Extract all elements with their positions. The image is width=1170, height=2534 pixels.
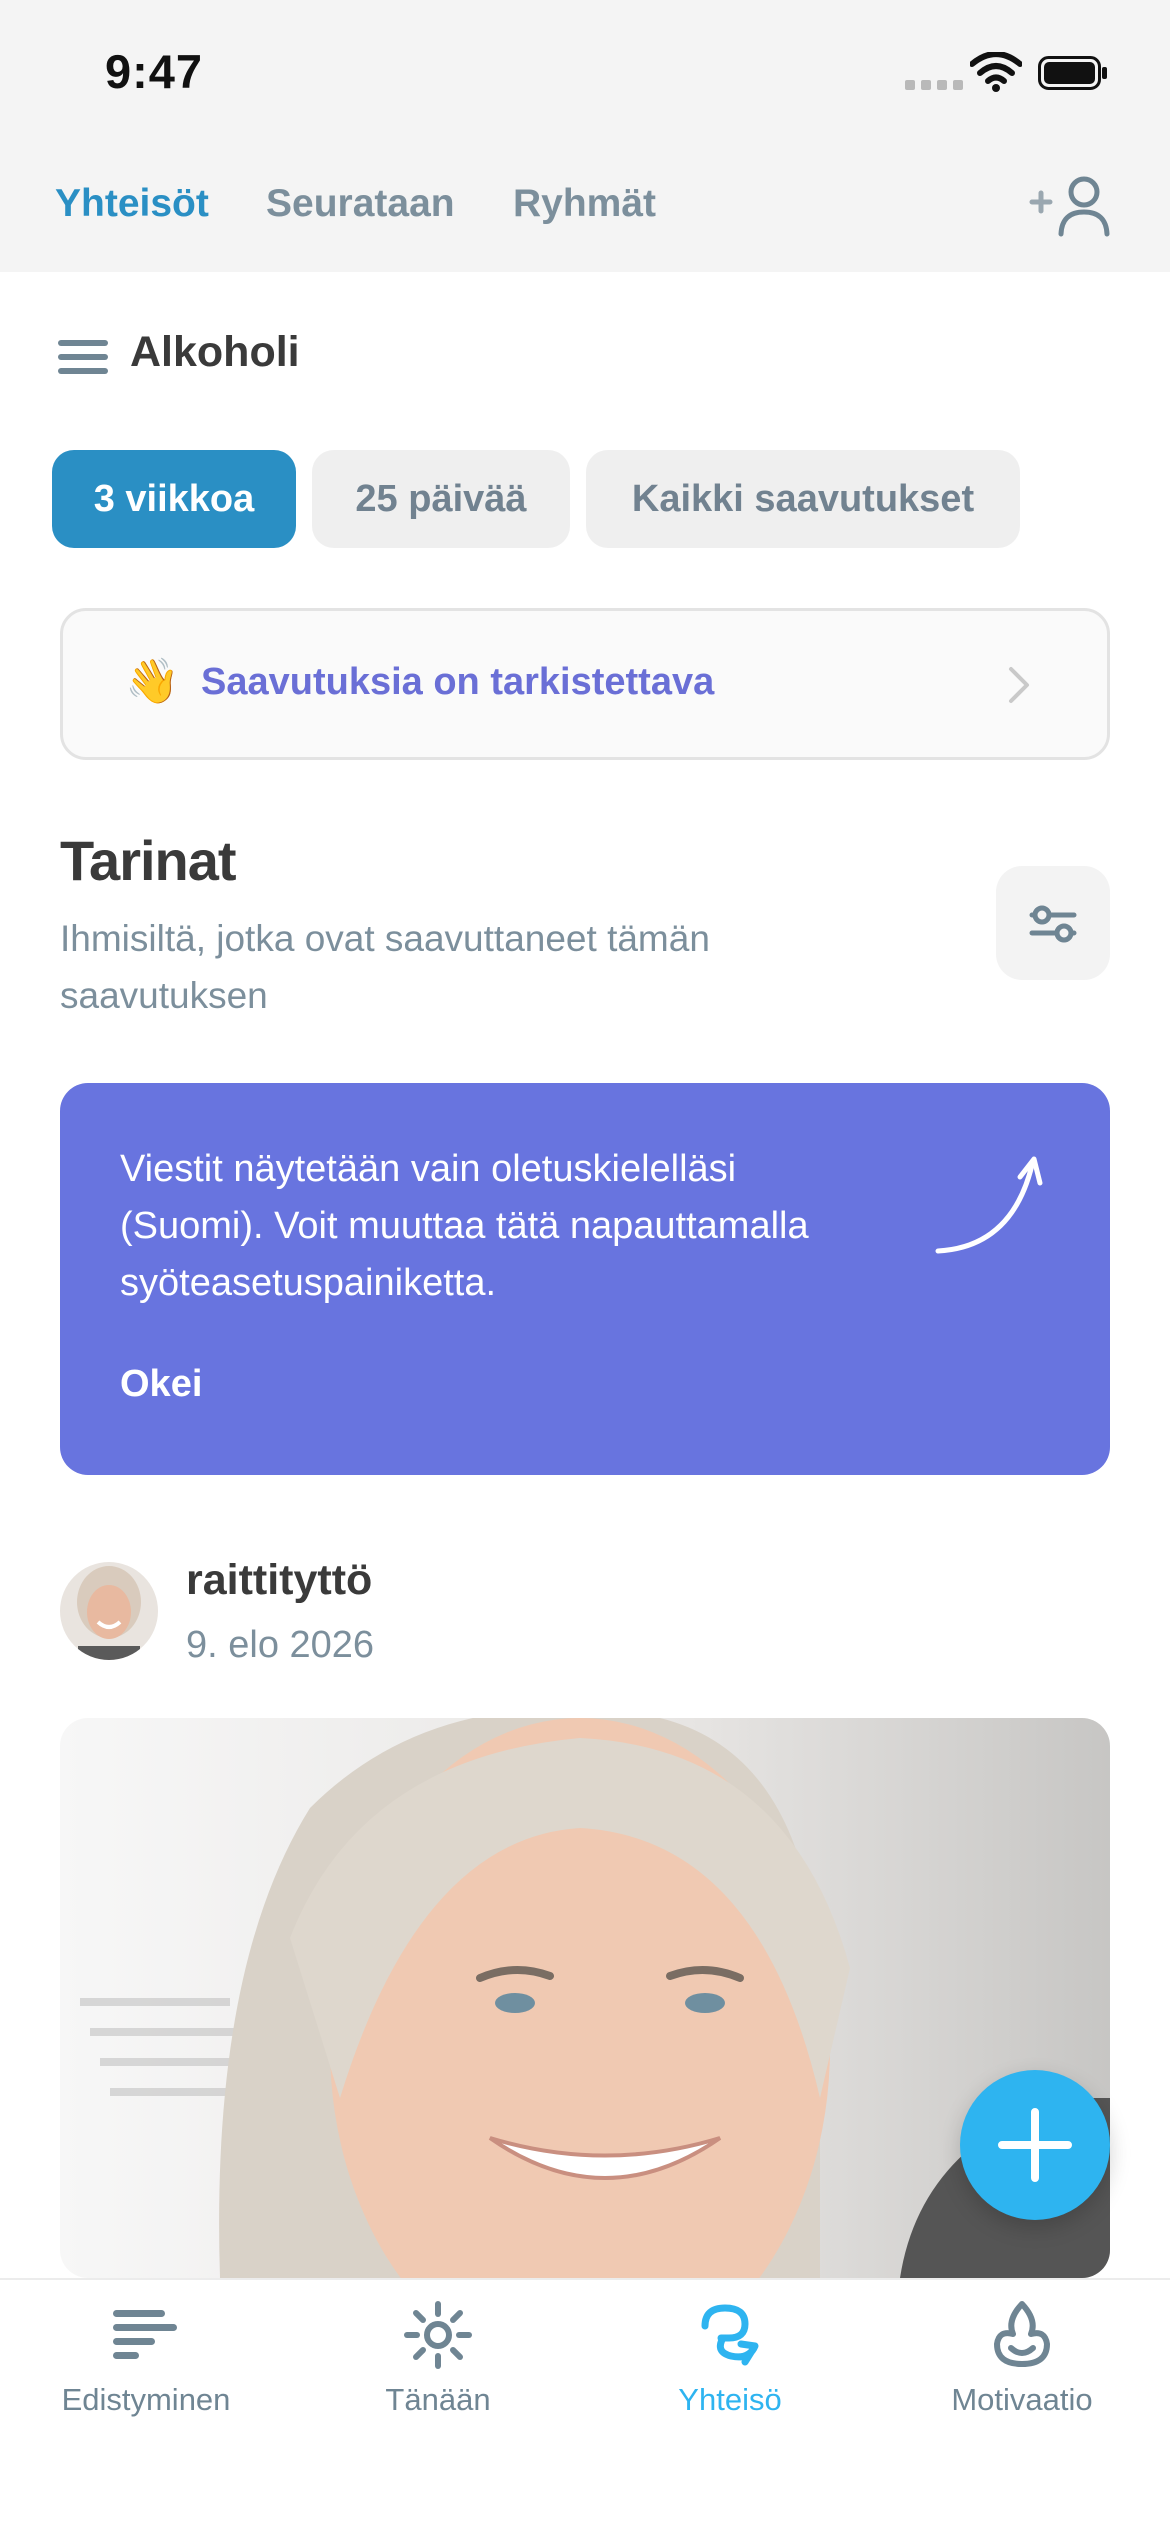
battery-icon [1038, 56, 1107, 90]
tab-seurataan[interactable]: Seurataan [266, 182, 455, 226]
language-notice-text: Viestit näytetään vain oletuskielelläsi … [120, 1148, 809, 1304]
cellular-signal-icon [905, 80, 963, 90]
new-post-button[interactable] [960, 2070, 1110, 2220]
waving-hand-icon: 👋 [125, 657, 180, 706]
tab-ryhmat[interactable]: Ryhmät [513, 182, 656, 226]
filter-kaikki-saavutukset[interactable]: Kaikki saavutukset [586, 450, 1020, 548]
okei-button[interactable]: Okei [120, 1363, 202, 1406]
chevron-right-icon [1009, 667, 1029, 703]
menu-icon[interactable] [58, 340, 108, 374]
tab-yhteisot[interactable]: Yhteisöt [55, 182, 209, 226]
review-banner-text: Saavutuksia on tarkistettava [201, 661, 715, 703]
motivation-icon [994, 2301, 1050, 2367]
stories-title: Tarinat [60, 829, 237, 892]
filter-3-viikkoa[interactable]: 3 viikkoa [52, 450, 296, 548]
feed-settings-button[interactable] [996, 866, 1110, 980]
sliders-icon [1029, 905, 1077, 943]
avatar[interactable] [60, 1562, 158, 1660]
tab-tanaan[interactable]: Tänään [292, 2280, 584, 2440]
tab-yhteiso[interactable]: Yhteisö [584, 2280, 876, 2440]
tab-label: Yhteisö [678, 2382, 782, 2417]
progress-bars-icon [113, 2310, 177, 2359]
bottom-tab-bar: Edistyminen Tänään Yhteisö Motivaatio [0, 2278, 1170, 2534]
post-photo[interactable] [60, 1718, 1110, 2278]
tab-label: Tänään [385, 2382, 491, 2417]
filter-25-paivaa[interactable]: 25 päivää [312, 450, 570, 548]
post-date: 9. elo 2026 [186, 1624, 375, 1666]
tab-motivaatio[interactable]: Motivaatio [876, 2280, 1168, 2440]
stories-subtitle: Ihmisiltä, jotka ovat saavuttaneet tämän… [60, 918, 710, 1016]
community-icon [701, 2304, 759, 2366]
status-time: 9:47 [105, 45, 204, 98]
review-achievements-banner[interactable]: 👋 Saavutuksia on tarkistettava [60, 608, 1110, 760]
wifi-icon [970, 52, 1022, 92]
post-username[interactable]: raittityttö [186, 1556, 372, 1605]
language-notice-card: Viestit näytetään vain oletuskielelläsi … [60, 1083, 1110, 1475]
top-bar: 9:47 Yhteisöt Seurataan Ryhmät [0, 0, 1170, 272]
curved-arrow-icon [935, 1156, 1043, 1254]
add-friend-icon[interactable] [1028, 172, 1114, 242]
category-title: Alkoholi [130, 328, 300, 376]
tab-label: Edistyminen [61, 2382, 231, 2417]
tab-edistyminen[interactable]: Edistyminen [0, 2280, 292, 2440]
sun-icon [404, 2301, 472, 2369]
plus-icon [998, 2108, 1072, 2182]
tab-label: Motivaatio [951, 2382, 1093, 2417]
